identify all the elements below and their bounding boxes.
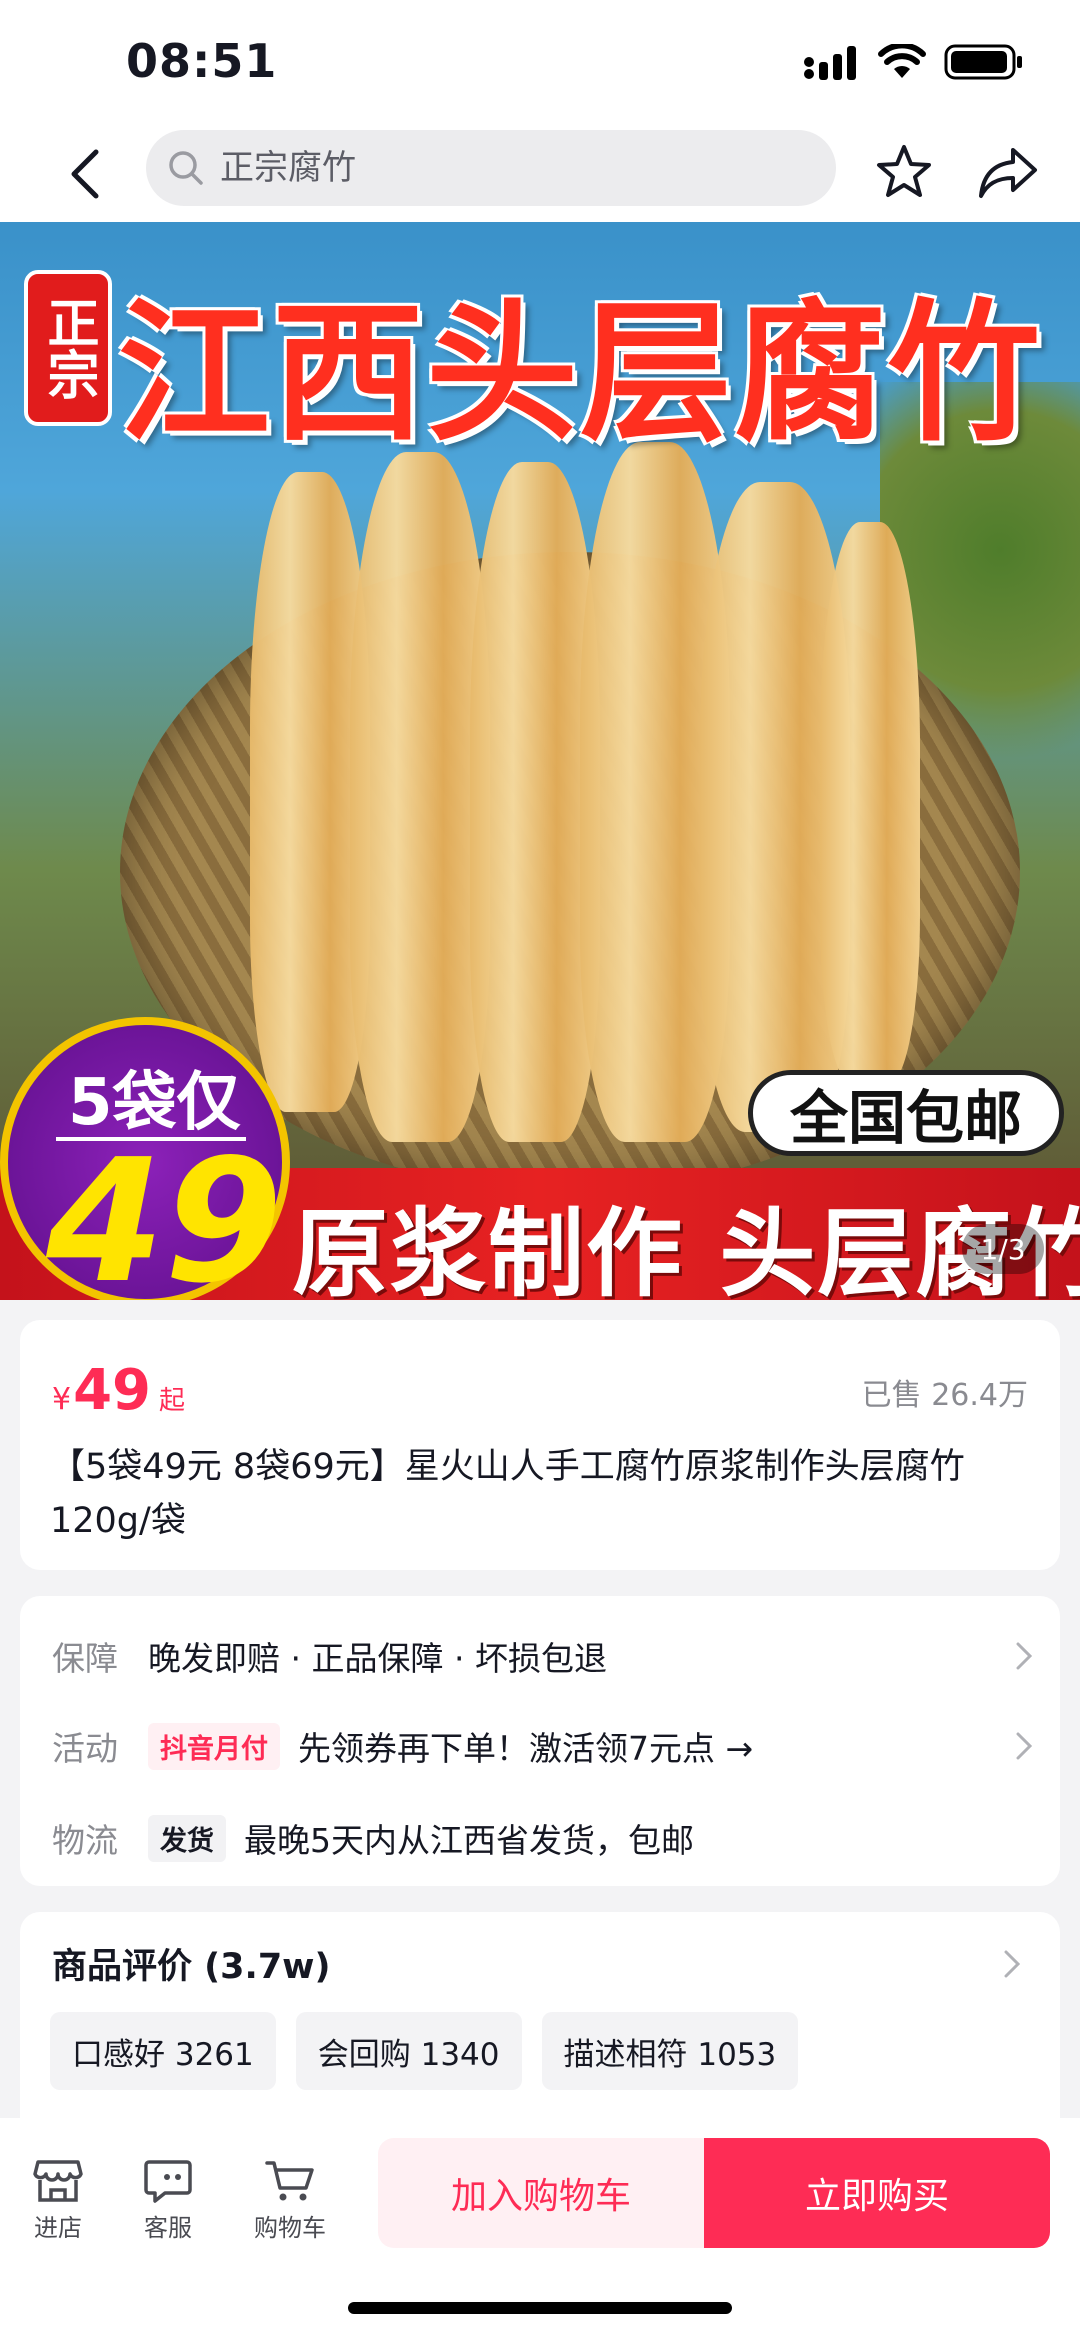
promotion-value: 先领券再下单！激活领7元点 →: [298, 1729, 754, 1768]
share-button[interactable]: [970, 134, 1046, 210]
wifi-icon: [878, 44, 926, 78]
chevron-right-icon: [1006, 1728, 1042, 1764]
price-row: ¥ 49 起: [52, 1358, 185, 1423]
shop-label: 进店: [34, 2214, 82, 2242]
customer-service-button[interactable]: 客服: [118, 2158, 218, 2243]
monthly-pay-tag: 抖音月付: [148, 1722, 280, 1770]
chevron-right-icon: [994, 1946, 1030, 1982]
product-title: 【5袋49元 8袋69元】星火山人手工腐竹原浆制作头层腐竹 120g/袋: [50, 1447, 965, 1541]
battery-icon: [944, 44, 1022, 80]
service-card: 保障 晚发即赔 · 正品保障 · 坏损包退 活动 抖音月付 先领券再下单！激活领…: [20, 1596, 1060, 1886]
authentic-tag-text: 正宗: [38, 296, 98, 400]
price-value: 49: [73, 1358, 152, 1423]
reviews-title: 商品评价 (3.7w): [52, 1947, 331, 1987]
back-button[interactable]: [48, 136, 120, 212]
review-chip[interactable]: 口感好 3261: [50, 2012, 276, 2090]
chat-icon: [144, 2160, 192, 2203]
sold-count: 已售 26.4万: [861, 1378, 1028, 1413]
top-nav-bar: [0, 130, 1080, 222]
guarantee-label: 保障: [52, 1639, 118, 1678]
favorite-button[interactable]: [866, 134, 942, 210]
search-icon: [164, 146, 208, 190]
customer-service-label: 客服: [144, 2214, 192, 2242]
hero-headline: 江西头层腐竹: [118, 285, 1042, 462]
guarantee-value: 晚发即赔 · 正品保障 · 坏损包退: [148, 1639, 607, 1678]
price-suffix: 起: [159, 1386, 186, 1416]
chevron-left-icon: [71, 149, 99, 199]
free-shipping-pill: 全国包邮: [748, 1070, 1064, 1156]
store-icon: [33, 2160, 83, 2202]
home-indicator[interactable]: [348, 2302, 732, 2314]
currency-symbol: ¥: [52, 1382, 72, 1417]
image-counter: 1/3: [962, 1224, 1044, 1274]
price-badge: 5袋仅 49: [0, 1017, 290, 1300]
cart-button[interactable]: 购物车: [240, 2158, 340, 2243]
reviews-card[interactable]: 商品评价 (3.7w) 口感好 3261 会回购 1340 描述相符 1053: [20, 1912, 1060, 2152]
price-badge-number: 49: [46, 1123, 283, 1300]
status-icons: [804, 42, 1024, 82]
cart-icon: [265, 2161, 314, 2201]
logistics-row: 物流 发货 最晚5天内从江西省发货，包邮: [52, 1808, 1042, 1868]
search-bar[interactable]: [146, 130, 836, 206]
cart-label: 购物车: [254, 2214, 326, 2242]
product-image-carousel[interactable]: 正宗 江西头层腐竹 全国包邮 原浆制作 头层腐竹 5袋仅 49 1/3: [0, 222, 1080, 1300]
status-time: 08:51: [126, 34, 278, 88]
yuba-strip: [350, 452, 490, 1142]
buy-now-button[interactable]: 立即购买: [704, 2138, 1050, 2248]
chevron-right-icon: [1006, 1638, 1042, 1674]
signal-icon: [804, 46, 856, 80]
promotion-label: 活动: [52, 1729, 118, 1768]
guarantee-row[interactable]: 保障 晚发即赔 · 正品保障 · 坏损包退: [52, 1626, 1042, 1686]
shop-button[interactable]: 进店: [8, 2158, 108, 2243]
hero-headline-banner: 正宗 江西头层腐竹: [0, 230, 1080, 462]
logistics-label: 物流: [52, 1821, 118, 1860]
yuba-strip: [820, 522, 920, 1082]
review-chips: 口感好 3261 会回购 1340 描述相符 1053: [50, 2012, 799, 2090]
price-card: ¥ 49 起 已售 26.4万 【5袋49元 8袋69元】星火山人手工腐竹原浆制…: [20, 1320, 1060, 1570]
logistics-value: 最晚5天内从江西省发货，包邮: [244, 1821, 694, 1860]
review-chip[interactable]: 描述相符 1053: [541, 2012, 799, 2090]
star-icon: [877, 145, 931, 197]
authentic-tag: 正宗: [24, 270, 112, 426]
shipping-tag: 发货: [148, 1814, 226, 1862]
share-icon: [979, 148, 1037, 198]
add-to-cart-button[interactable]: 加入购物车: [378, 2138, 704, 2248]
hero-slogan: 原浆制作 头层腐竹: [292, 1198, 1080, 1300]
search-input[interactable]: [218, 147, 782, 189]
status-bar: 08:51: [0, 0, 1080, 130]
promotion-row[interactable]: 活动 抖音月付 先领券再下单！激活领7元点 →: [52, 1716, 1042, 1776]
review-chip[interactable]: 会回购 1340: [295, 2012, 522, 2090]
